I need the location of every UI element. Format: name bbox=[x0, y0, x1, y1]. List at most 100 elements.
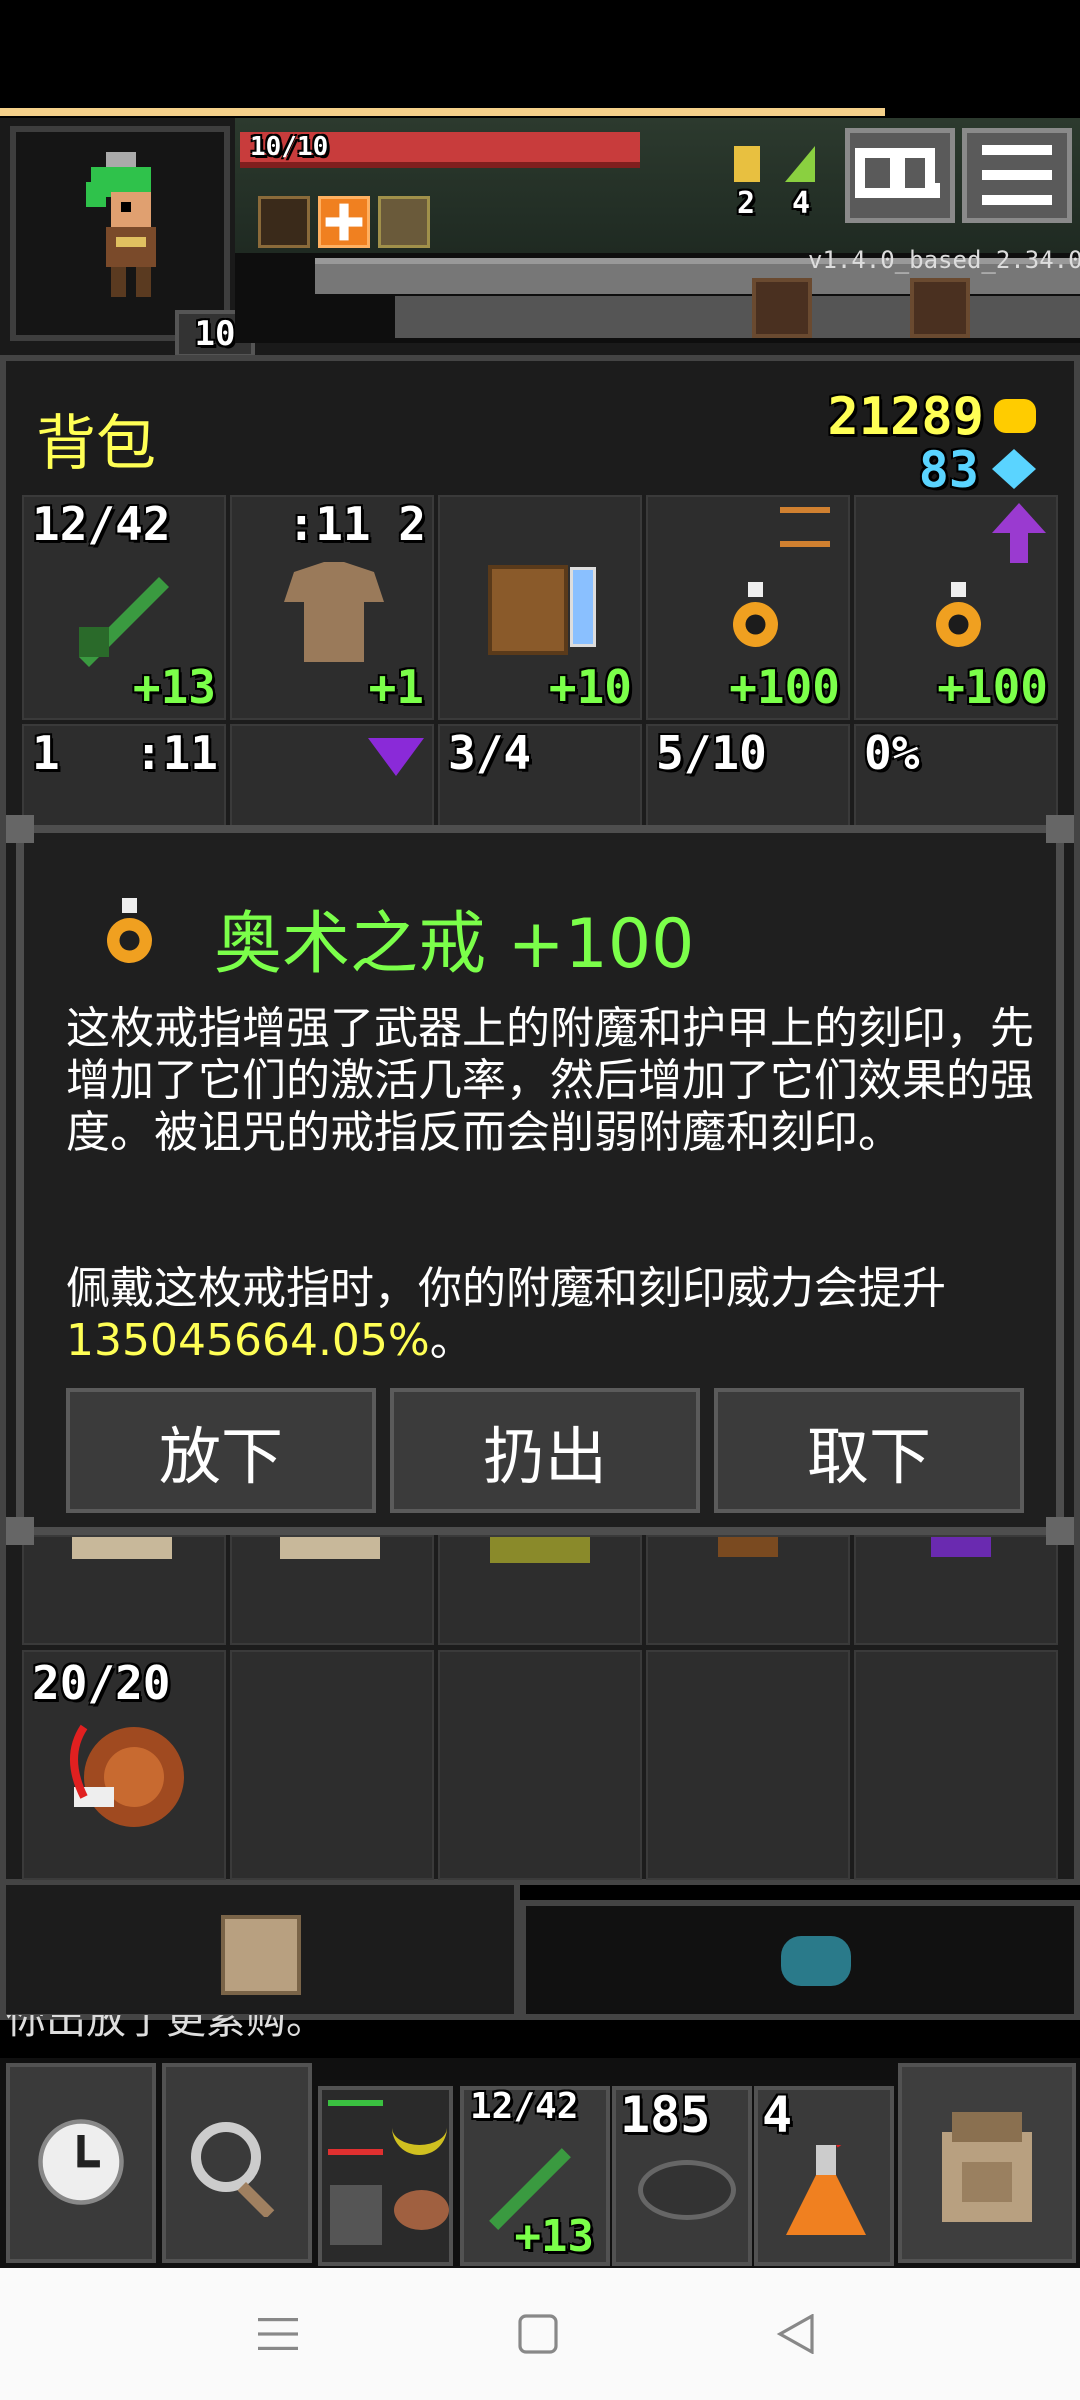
xp-bar bbox=[0, 108, 885, 116]
dialog-effect: 佩戴这枚戒指时，你的附魔和刻印威力会提升 135045664.05%。 bbox=[66, 1263, 1041, 1367]
identify-icon bbox=[780, 507, 830, 547]
inventory-slot[interactable] bbox=[646, 1650, 850, 1880]
dialog-corner bbox=[6, 815, 34, 843]
seed-icon bbox=[490, 1537, 590, 1563]
quickslot-bottom-label: +13 bbox=[514, 2211, 594, 2262]
inventory-slot[interactable]: +100 bbox=[854, 495, 1058, 720]
slot-bottom-right-label: +13 bbox=[132, 660, 216, 714]
ring-icon bbox=[733, 582, 778, 647]
effect-value: 135045664.05% bbox=[66, 1315, 430, 1366]
dialog-corner bbox=[1046, 1517, 1074, 1545]
quickslot-1[interactable]: 12/42 +13 bbox=[460, 2086, 610, 2266]
toolbar: 12/42 +13 185 4 bbox=[0, 2058, 1080, 2268]
hamburger-icon bbox=[982, 145, 1052, 205]
quickslot-top-label: 4 bbox=[762, 2086, 793, 2144]
inventory-slot[interactable] bbox=[230, 1650, 434, 1880]
unequip-button[interactable]: 取下 bbox=[714, 1388, 1024, 1513]
hero-sprite-icon bbox=[86, 152, 156, 297]
ring-icon bbox=[936, 582, 981, 647]
banana-icon bbox=[392, 2100, 447, 2155]
effect-suffix: 。 bbox=[429, 1315, 474, 1366]
home-icon[interactable] bbox=[518, 2314, 558, 2354]
magnifier-icon bbox=[191, 2122, 275, 2217]
pouch-icon bbox=[781, 1936, 851, 1986]
bag-tab-pouch[interactable] bbox=[520, 1900, 1080, 2020]
inventory-slot[interactable] bbox=[230, 1535, 434, 1645]
search-button[interactable] bbox=[162, 2063, 312, 2263]
dialog-corner bbox=[6, 1517, 34, 1545]
system-nav-bar bbox=[0, 2268, 1080, 2400]
inventory-slot[interactable] bbox=[854, 1535, 1058, 1645]
journal-button[interactable] bbox=[845, 128, 955, 223]
meat-small-icon bbox=[394, 2190, 449, 2230]
buff-icon[interactable] bbox=[318, 196, 370, 248]
inventory-slot[interactable] bbox=[646, 1535, 850, 1645]
bag-tab-backpack[interactable] bbox=[0, 1885, 520, 2020]
version-label: v1.4.0_based_2.34.0 bbox=[808, 246, 1080, 274]
item-icon bbox=[718, 1537, 778, 1557]
cross-icon bbox=[325, 203, 363, 241]
inventory-slot[interactable]: +100 bbox=[646, 495, 850, 720]
buff-icon[interactable] bbox=[258, 196, 310, 248]
inventory-slot[interactable]: :11 2 +1 bbox=[230, 495, 434, 720]
quickslot-3[interactable]: 4 bbox=[754, 2086, 894, 2266]
energy-crystal-icon bbox=[992, 449, 1036, 489]
dungeon-door bbox=[752, 278, 812, 338]
inventory-slot[interactable] bbox=[438, 1535, 642, 1645]
slot-bottom-right-label: +100 bbox=[729, 660, 840, 714]
inventory-slot[interactable]: +10 bbox=[438, 495, 642, 720]
item-dialog: 奥术之戒 +100 这枚戒指增强了武器上的附魔和护甲上的刻印，先增加了它们的激活… bbox=[6, 815, 1074, 1545]
menu-icon[interactable] bbox=[258, 2314, 298, 2354]
inventory-slot[interactable]: 20/20 bbox=[22, 1650, 226, 1880]
clock-icon bbox=[38, 2119, 124, 2205]
slot-bottom-right-label: +10 bbox=[548, 660, 632, 714]
slot-bottom-right-label: +1 bbox=[368, 660, 424, 714]
menu-button[interactable] bbox=[962, 128, 1072, 223]
throw-button[interactable]: 扔出 bbox=[390, 1388, 700, 1513]
drop-button[interactable]: 放下 bbox=[66, 1388, 376, 1513]
ring-icon bbox=[107, 898, 152, 963]
dungeon-floor bbox=[395, 296, 1080, 338]
status-pane: 10 10/10 2 4 v1.4.0_based_2.34.0 bbox=[0, 118, 1080, 358]
inventory-slot[interactable] bbox=[230, 724, 434, 834]
buff-icon[interactable] bbox=[378, 196, 430, 248]
quickslot-top-label: 185 bbox=[620, 2086, 711, 2144]
inventory-button[interactable] bbox=[898, 2063, 1076, 2263]
quickslot-2[interactable]: 185 bbox=[612, 2086, 752, 2266]
potion-icon bbox=[570, 567, 596, 647]
iron-key-icon bbox=[734, 146, 760, 182]
energy-count: 83 bbox=[918, 441, 979, 499]
inventory-slot[interactable]: 0% bbox=[854, 724, 1058, 834]
meat-icon bbox=[70, 1724, 184, 1827]
gold-icon bbox=[994, 399, 1036, 433]
inventory-slot[interactable] bbox=[438, 1650, 642, 1880]
dialog-description: 这枚戒指增强了武器上的附魔和护甲上的刻印，先增加了它们的激活几率，然后增加了它们… bbox=[66, 1003, 1034, 1158]
quickslot-swap[interactable] bbox=[318, 2086, 453, 2266]
slot-top-left-label: 20/20 bbox=[32, 1656, 171, 1710]
inventory-title: 背包 bbox=[36, 409, 156, 479]
inventory-slot[interactable]: 1 :11 bbox=[22, 724, 226, 834]
back-icon[interactable] bbox=[776, 2314, 816, 2354]
inventory-slot[interactable]: 12/42 +13 bbox=[22, 495, 226, 720]
wait-button[interactable] bbox=[6, 2063, 156, 2263]
cloth-armor-icon bbox=[488, 565, 568, 655]
game-log-text: 你出放了更累购。 bbox=[6, 2015, 326, 2043]
inventory-slot[interactable] bbox=[22, 1535, 226, 1645]
effect-prefix: 佩戴这枚戒指时，你的附魔和刻印威力会提升 bbox=[66, 1263, 946, 1314]
dialog-corner bbox=[1046, 815, 1074, 843]
inventory-slot[interactable]: 5/10 bbox=[646, 724, 850, 834]
slot-top-left-label: 12/42 bbox=[32, 497, 171, 551]
quickslot-top-label: 12/42 bbox=[470, 2086, 579, 2127]
dungeon-door bbox=[910, 278, 970, 338]
slot-top-right-label: :11 bbox=[134, 726, 218, 780]
upgrade-arrow-icon bbox=[992, 503, 1046, 563]
scroll-icon bbox=[280, 1537, 380, 1559]
inventory-slot[interactable] bbox=[854, 1650, 1058, 1880]
hp-text: 10/10 bbox=[250, 132, 329, 162]
inventory-slot[interactable]: 3/4 bbox=[438, 724, 642, 834]
slot-top-left-label: 1 bbox=[32, 726, 60, 780]
hero-portrait[interactable] bbox=[10, 126, 230, 341]
sword-icon bbox=[79, 577, 169, 667]
backpack-icon bbox=[221, 1915, 301, 1995]
item-icon bbox=[931, 1537, 991, 1557]
